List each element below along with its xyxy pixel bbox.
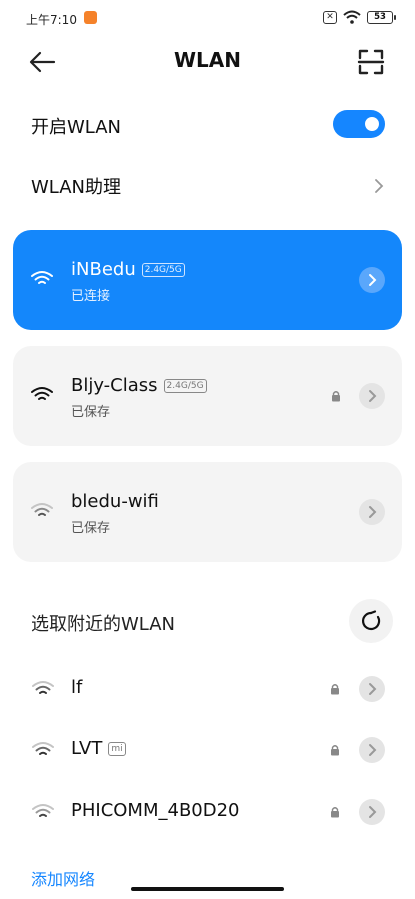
nearby-network-item[interactable]: PHICOMM_4B0D20 [0,790,415,834]
network-ssid: Bljy-Class [71,375,158,396]
network-ssid: LVT [71,738,103,759]
network-ssid: bledu-wifi [71,491,159,512]
status-bar: 上午7:10 ✕ 53 [0,0,415,36]
network-details-button[interactable] [359,383,385,409]
wifi-status-icon [343,10,361,24]
battery-icon: 53 [367,10,396,24]
refresh-icon [362,610,381,631]
wlan-assistant-label: WLAN助理 [31,177,122,198]
network-status: 已保存 [71,521,111,536]
ssid-line: PHICOMM_4B0D20 [71,800,240,821]
scan-qr-icon[interactable] [357,48,385,76]
network-card-saved[interactable]: Bljy-Class 2.4G/5G 已保存 [13,346,402,446]
chevron-right-icon [369,683,377,695]
lock-icon [331,684,339,695]
nav-bar: WLAN [0,40,415,84]
add-network-link[interactable]: 添加网络 [31,866,95,890]
home-indicator[interactable] [131,887,284,891]
nearby-network-item[interactable]: lf [0,667,415,711]
network-details-button[interactable] [359,499,385,525]
nearby-networks-title: 选取附近的WLAN [31,614,176,635]
network-card-connected[interactable]: iNBedu 2.4G/5G 已连接 [13,230,402,330]
wifi-signal-icon [31,271,53,284]
status-icons: ✕ 53 [323,10,396,24]
wifi-signal-icon [31,503,53,516]
ssid-line: iNBedu 2.4G/5G [71,259,185,280]
lock-icon [332,391,340,402]
mi-badge: mi [108,741,126,756]
wlan-toggle-switch[interactable] [333,110,385,138]
band-badge: 2.4G/5G [163,378,207,393]
no-sim-icon: ✕ [323,10,337,24]
ssid-line: bledu-wifi [71,491,159,512]
wifi-signal-icon [32,804,54,817]
ssid-line: LVT mi [71,738,126,759]
network-details-button[interactable] [359,267,385,293]
lock-icon [331,807,339,818]
chevron-right-icon [375,179,384,193]
wifi-signal-icon [32,742,54,755]
chevron-right-icon [369,506,377,518]
network-status: 已连接 [71,289,111,304]
lock-icon [331,745,339,756]
chevron-right-icon [369,390,377,402]
ssid-line: Bljy-Class 2.4G/5G [71,375,207,396]
network-status: 已保存 [71,405,111,420]
wifi-signal-icon [31,387,53,400]
wifi-signal-icon [32,681,54,694]
wlan-assistant-row[interactable]: WLAN助理 [0,170,415,202]
chevron-right-icon [369,744,377,756]
network-details-button[interactable] [359,676,385,702]
app-notification-icon [84,11,97,24]
network-details-button[interactable] [359,799,385,825]
ssid-line: lf [71,677,82,698]
network-ssid: lf [71,677,83,698]
status-time: 上午7:10 [26,13,77,27]
band-badge: 2.4G/5G [141,262,185,277]
network-details-button[interactable] [359,737,385,763]
toggle-knob [365,117,379,131]
wlan-toggle-row[interactable]: 开启WLAN [0,110,415,140]
nearby-network-item[interactable]: LVT mi [0,728,415,772]
wlan-toggle-label: 开启WLAN [31,117,122,138]
page-title: WLAN [173,48,242,72]
chevron-right-icon [369,806,377,818]
chevron-right-icon [369,274,377,286]
network-ssid: PHICOMM_4B0D20 [71,800,240,821]
network-card-saved[interactable]: bledu-wifi 已保存 [13,462,402,562]
network-ssid: iNBedu [71,259,136,280]
refresh-button[interactable] [349,599,393,643]
